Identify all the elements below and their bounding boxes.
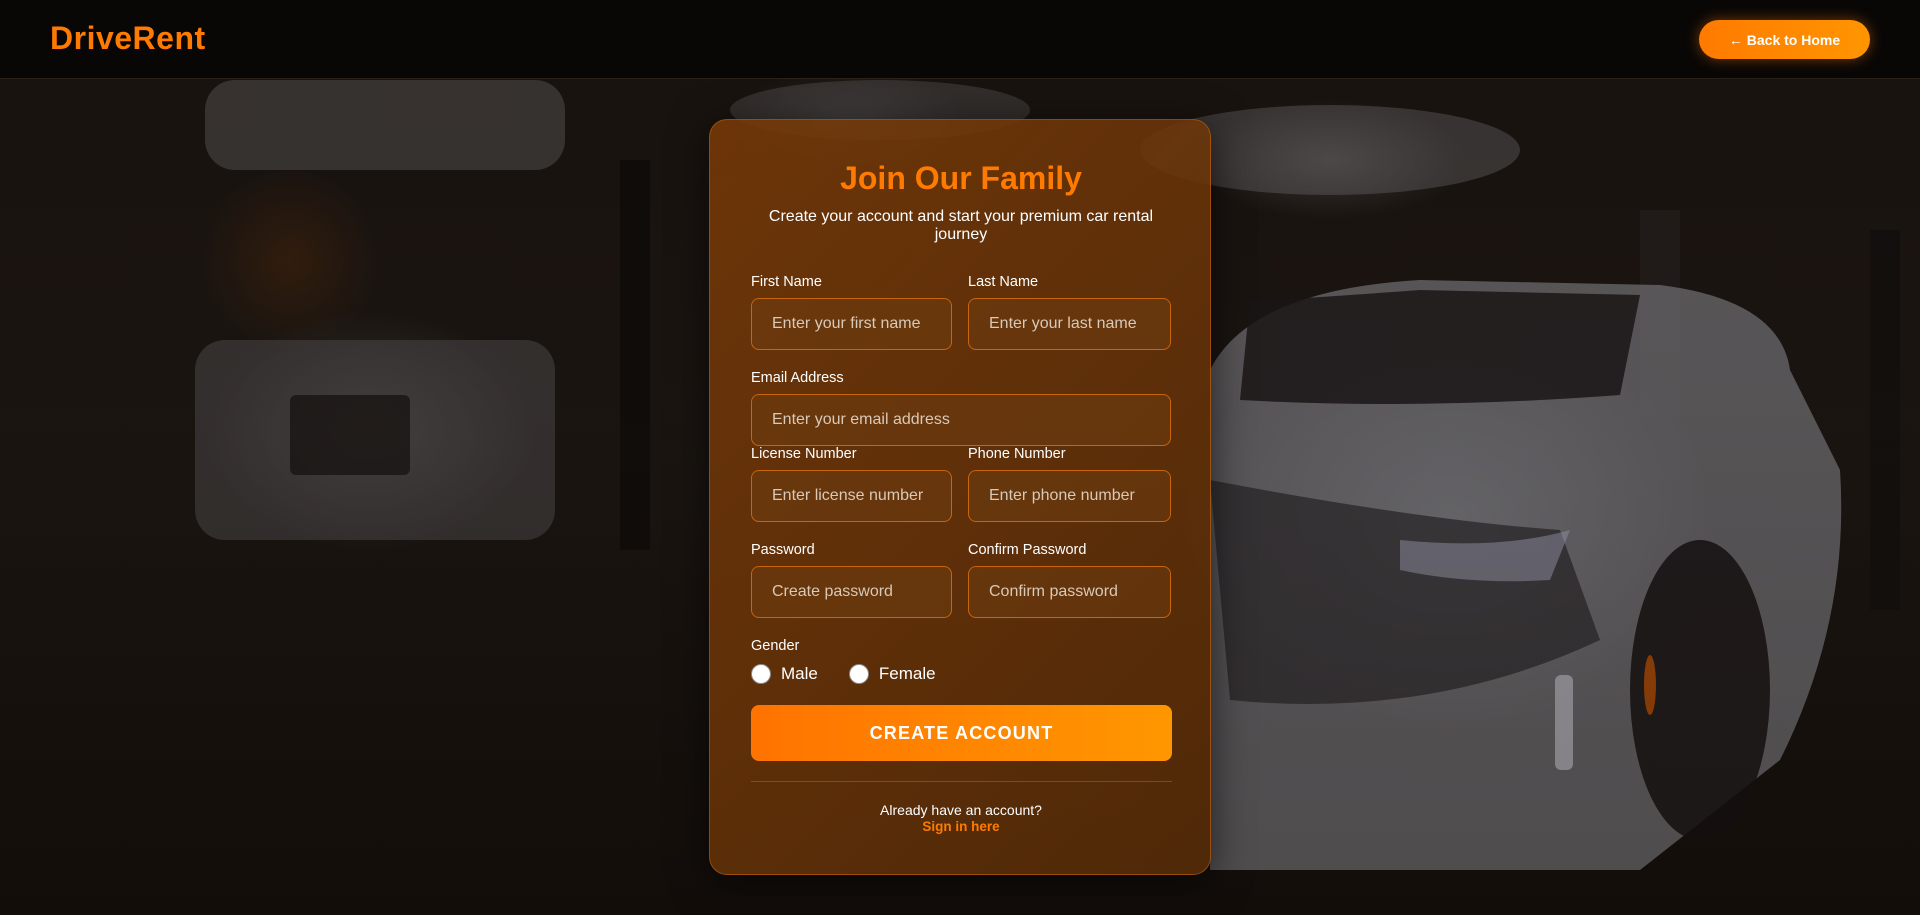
confirm-password-input[interactable] <box>968 566 1171 618</box>
already-have-account-text: Already have an account? <box>880 802 1042 818</box>
gender-options: Male Female <box>751 664 936 684</box>
email-label: Email Address <box>751 370 844 386</box>
last-name-input[interactable] <box>968 298 1171 350</box>
gender-male-radio[interactable] <box>751 664 771 684</box>
first-name-input[interactable] <box>751 298 952 350</box>
top-navbar: DriveRent ← Back to Home <box>0 0 1920 79</box>
form-title: Join Our Family <box>840 160 1082 196</box>
brand-logo[interactable]: DriveRent <box>50 20 206 57</box>
gender-female-radio[interactable] <box>848 664 869 684</box>
last-name-label: Last Name <box>968 274 1039 290</box>
license-input[interactable] <box>751 470 952 522</box>
gender-label: Gender <box>751 638 800 654</box>
sign-in-link[interactable]: Sign in here <box>710 819 1212 834</box>
email-input[interactable] <box>751 394 1171 446</box>
phone-input[interactable] <box>968 470 1171 522</box>
create-account-button[interactable]: CREATE ACCOUNT <box>751 705 1172 761</box>
signup-card: Join Our Family Create your account and … <box>709 119 1211 875</box>
form-subtitle: Create your account and start your premi… <box>768 208 1154 243</box>
gender-female-label[interactable]: Female <box>879 664 936 684</box>
license-label: License Number <box>751 446 857 462</box>
password-input[interactable] <box>751 566 952 618</box>
confirm-password-label: Confirm Password <box>968 542 1087 558</box>
divider <box>751 781 1172 782</box>
first-name-label: First Name <box>751 274 822 290</box>
gender-male-label[interactable]: Male <box>781 664 818 684</box>
phone-label: Phone Number <box>968 446 1066 462</box>
password-label: Password <box>751 542 815 558</box>
back-to-home-button[interactable]: ← Back to Home <box>1699 20 1870 59</box>
